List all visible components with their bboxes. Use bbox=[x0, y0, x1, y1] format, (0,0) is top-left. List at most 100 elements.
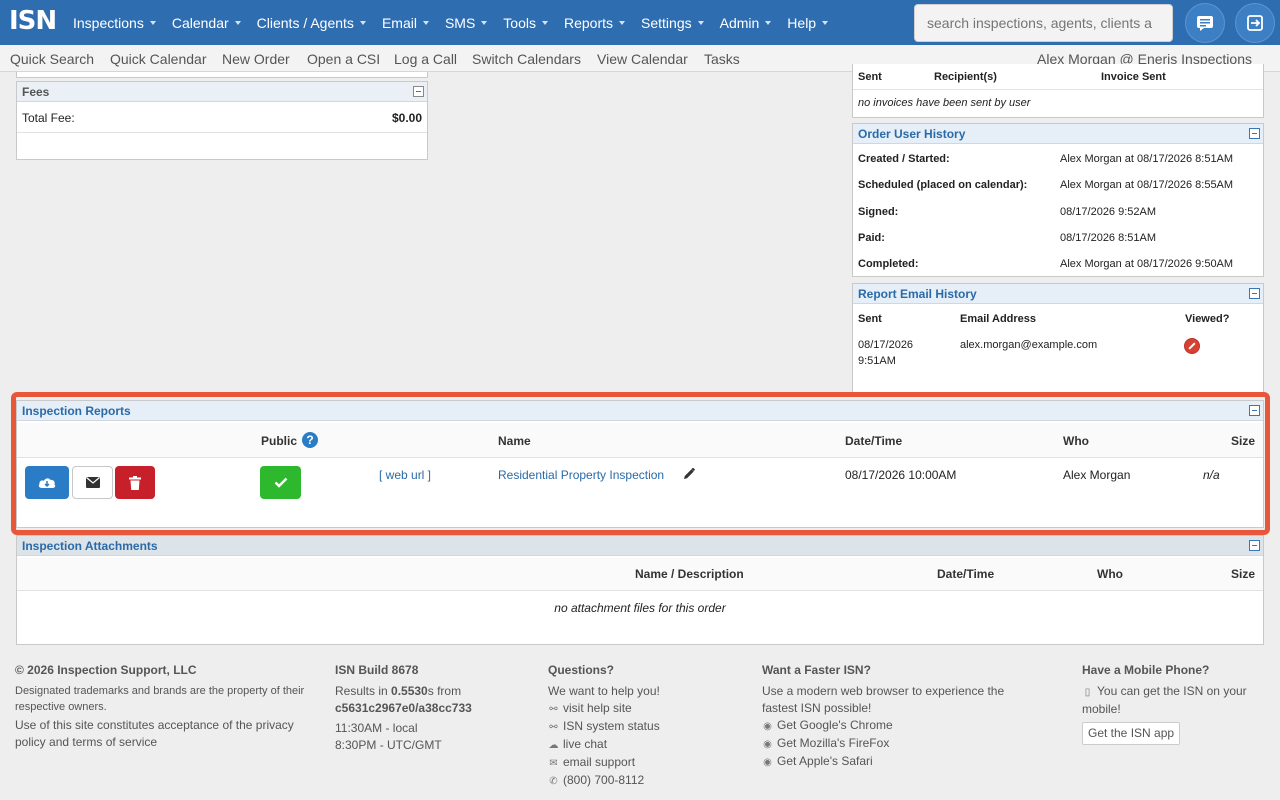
isn-logo[interactable]: ISN bbox=[9, 6, 57, 36]
chevron-down-icon bbox=[149, 20, 156, 25]
menu-label: Clients / Agents bbox=[256, 14, 354, 31]
help-site-link[interactable]: ⚯ visit help site bbox=[548, 700, 738, 718]
menu-clients-agents[interactable]: Clients / Agents bbox=[249, 0, 374, 45]
subnav-view-calendar[interactable]: View Calendar bbox=[597, 51, 688, 67]
menu-label: Help bbox=[787, 14, 817, 31]
menu-help[interactable]: Help bbox=[779, 0, 836, 45]
copyright: © 2026 Inspection Support, LLC bbox=[15, 663, 197, 677]
delete-report-button[interactable] bbox=[115, 466, 155, 499]
attach-header-size: Size bbox=[1230, 567, 1255, 581]
local-time: 11:30AM - local bbox=[335, 721, 418, 735]
link-icon: ⚯ bbox=[549, 722, 558, 733]
email-header-address: Email Address bbox=[960, 313, 1037, 325]
subnav-log-call[interactable]: Log a Call bbox=[394, 51, 457, 67]
history-label: Completed: bbox=[858, 258, 919, 270]
phone-link[interactable]: ✆ (800) 700-8112 bbox=[548, 772, 738, 790]
history-value: Alex Morgan at 08/17/2026 8:51AM bbox=[1060, 153, 1234, 165]
header-datetime: Date/Time bbox=[845, 434, 903, 448]
menu-label: Email bbox=[381, 14, 417, 31]
header-public-label: Public bbox=[261, 434, 298, 448]
order-history-header: Order User History bbox=[853, 124, 1263, 144]
firefox-link[interactable]: ◉ Get Mozilla's FireFox bbox=[762, 735, 1042, 753]
menu-tools[interactable]: Tools bbox=[495, 0, 556, 45]
email-sent-time: 9:51AM bbox=[858, 355, 896, 367]
download-report-button[interactable] bbox=[25, 466, 69, 499]
inspection-reports-title: Inspection Reports bbox=[22, 403, 131, 418]
public-toggle-button[interactable] bbox=[260, 466, 301, 499]
footer-mobile: Have a Mobile Phone? ▯ You can get the IS… bbox=[1082, 662, 1267, 745]
fees-header: Fees bbox=[17, 82, 427, 102]
system-status-link[interactable]: ⚯ ISN system status bbox=[548, 718, 738, 736]
subnav-quick-calendar[interactable]: Quick Calendar bbox=[110, 51, 207, 67]
menu-admin[interactable]: Admin bbox=[712, 0, 780, 45]
web-url-link[interactable]: [ web url ] bbox=[379, 468, 431, 482]
menu-calendar[interactable]: Calendar bbox=[164, 0, 249, 45]
menu-email[interactable]: Email bbox=[374, 0, 437, 45]
header-size: Size bbox=[1230, 434, 1255, 448]
chrome-label: Get Google's Chrome bbox=[777, 718, 893, 732]
chevron-down-icon bbox=[822, 20, 829, 25]
mobile-text: You can get the ISN on your mobile! bbox=[1082, 684, 1247, 716]
total-fee-value: $0.00 bbox=[391, 111, 422, 125]
report-name-link[interactable]: Residential Property Inspection bbox=[498, 468, 664, 482]
main-menu: Inspections Calendar Clients / Agents Em… bbox=[65, 0, 836, 45]
cloud-download-icon bbox=[38, 477, 56, 488]
divider bbox=[17, 132, 427, 133]
collapse-icon[interactable] bbox=[1249, 405, 1260, 416]
report-who: Alex Morgan bbox=[1063, 468, 1131, 482]
results-hash: c5631c2967e0/a38cc733 bbox=[335, 701, 472, 715]
search-input[interactable] bbox=[914, 4, 1173, 42]
logout-button[interactable] bbox=[1235, 3, 1275, 43]
collapse-icon[interactable] bbox=[1249, 128, 1260, 139]
menu-sms[interactable]: SMS bbox=[437, 0, 495, 45]
collapse-icon[interactable] bbox=[413, 86, 424, 97]
subnav-quick-search[interactable]: Quick Search bbox=[10, 51, 94, 67]
messages-button[interactable] bbox=[1185, 3, 1225, 43]
subnav-tasks[interactable]: Tasks bbox=[704, 51, 740, 67]
history-label: Paid: bbox=[858, 232, 885, 244]
top-navigation: ISN Inspections Calendar Clients / Agent… bbox=[0, 0, 1280, 45]
collapse-icon[interactable] bbox=[1249, 288, 1260, 299]
chevron-down-icon bbox=[619, 20, 626, 25]
collapse-icon[interactable] bbox=[1249, 540, 1260, 551]
chevron-down-icon bbox=[481, 20, 488, 25]
history-label: Created / Started: bbox=[858, 153, 950, 165]
footer-questions: Questions? We want to help you! ⚯ visit h… bbox=[548, 662, 738, 790]
inspection-reports-panel: Inspection Reports Public ? Name Date/Ti… bbox=[16, 400, 1264, 528]
invoices-panel: Sent Recipient(s) Invoice Sent no invoic… bbox=[852, 64, 1264, 118]
get-app-button[interactable]: Get the ISN app bbox=[1082, 722, 1181, 745]
menu-label: Reports bbox=[563, 14, 614, 31]
envelope-icon: ✉ bbox=[549, 758, 558, 769]
subnav-new-order[interactable]: New Order bbox=[222, 51, 290, 67]
subnav-switch-calendars[interactable]: Switch Calendars bbox=[472, 51, 581, 67]
attach-header-name: Name / Description bbox=[635, 567, 744, 581]
footer-build: ISN Build 8678 Results in 0.5530s from c… bbox=[335, 662, 525, 754]
firefox-icon: ◉ bbox=[763, 739, 772, 750]
email-support-link[interactable]: ✉ email support bbox=[548, 754, 738, 772]
report-email-panel: Report Email History Sent Email Address … bbox=[852, 283, 1264, 395]
inspection-attachments-title: Inspection Attachments bbox=[22, 538, 158, 553]
menu-reports[interactable]: Reports bbox=[556, 0, 633, 45]
report-size: n/a bbox=[1203, 468, 1220, 482]
attachments-empty: no attachment files for this order bbox=[554, 601, 726, 615]
chevron-down-icon bbox=[234, 20, 241, 25]
email-support-label: email support bbox=[563, 755, 636, 769]
chevron-down-icon bbox=[422, 20, 429, 25]
safari-link[interactable]: ◉ Get Apple's Safari bbox=[762, 753, 1042, 771]
chrome-link[interactable]: ◉ Get Google's Chrome bbox=[762, 717, 1042, 735]
history-value: 08/17/2026 9:52AM bbox=[1060, 206, 1157, 218]
not-viewed-icon bbox=[1184, 338, 1200, 354]
inspection-reports-header: Inspection Reports bbox=[17, 401, 1263, 421]
fees-panel: Fees Total Fee: $0.00 bbox=[16, 81, 428, 160]
total-fee-label: Total Fee: bbox=[22, 111, 75, 125]
menu-inspections[interactable]: Inspections bbox=[65, 0, 164, 45]
email-report-button[interactable] bbox=[72, 466, 113, 499]
help-icon[interactable]: ? bbox=[302, 432, 318, 448]
email-address: alex.morgan@example.com bbox=[960, 339, 1098, 351]
live-chat-link[interactable]: ☁ live chat bbox=[548, 736, 738, 754]
menu-label: Calendar bbox=[171, 14, 229, 31]
pencil-icon[interactable] bbox=[683, 468, 695, 480]
order-history-title: Order User History bbox=[858, 126, 966, 141]
subnav-open-csi[interactable]: Open a CSI bbox=[307, 51, 380, 67]
menu-settings[interactable]: Settings bbox=[633, 0, 712, 45]
